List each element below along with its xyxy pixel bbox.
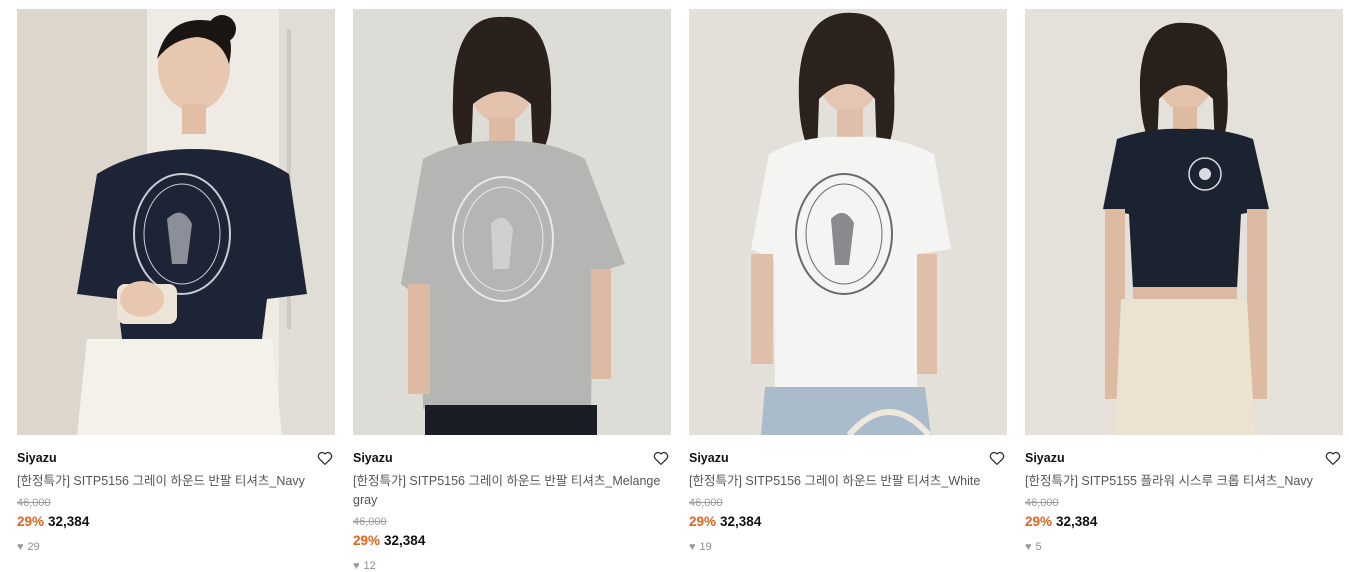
- discount-rate: 29%: [1025, 514, 1053, 529]
- brand-name[interactable]: Siyazu: [353, 451, 393, 465]
- discount-rate: 29%: [353, 533, 381, 548]
- original-price: 46,000: [689, 497, 723, 509]
- product-image[interactable]: [353, 9, 671, 435]
- heart-outline-icon[interactable]: [988, 449, 1006, 467]
- product-card[interactable]: Siyazu [한정특가] SITP5156 그레이 하운드 반팔 티셔츠_Me…: [353, 9, 671, 572]
- brand-row: Siyazu: [689, 449, 1007, 467]
- heart-filled-icon: ♥: [17, 541, 24, 553]
- price-row: 29% 32,384: [1025, 513, 1343, 530]
- product-photo-white-tee: [689, 9, 1007, 435]
- discount-rate: 29%: [689, 514, 717, 529]
- like-count: ♥ 19: [689, 541, 1007, 553]
- price-row: 29% 32,384: [17, 513, 335, 530]
- product-name[interactable]: [한정특가] SITP5156 그레이 하운드 반팔 티셔츠_White: [689, 472, 1007, 491]
- product-grid: Siyazu [한정특가] SITP5156 그레이 하운드 반팔 티셔츠_Na…: [17, 9, 1343, 572]
- product-name[interactable]: [한정특가] SITP5155 플라워 시스루 크롭 티셔츠_Navy: [1025, 472, 1343, 491]
- heart-outline-icon[interactable]: [652, 449, 670, 467]
- sale-price: 32,384: [1056, 514, 1098, 529]
- original-price: 46,000: [353, 516, 387, 528]
- heart-outline-icon[interactable]: [1324, 449, 1342, 467]
- like-count-value: 5: [1035, 541, 1042, 553]
- brand-name[interactable]: Siyazu: [689, 451, 729, 465]
- product-name[interactable]: [한정특가] SITP5156 그레이 하운드 반팔 티셔츠_Melange g…: [353, 472, 671, 510]
- original-price: 46,000: [1025, 497, 1059, 509]
- product-name[interactable]: [한정특가] SITP5156 그레이 하운드 반팔 티셔츠_Navy: [17, 472, 335, 491]
- discount-rate: 29%: [17, 514, 45, 529]
- product-image[interactable]: [689, 9, 1007, 435]
- original-price: 46,000: [17, 497, 51, 509]
- like-count-value: 19: [699, 541, 712, 553]
- product-image[interactable]: [17, 9, 335, 435]
- sale-price: 32,384: [720, 514, 762, 529]
- like-count: ♥ 12: [353, 560, 671, 572]
- brand-row: Siyazu: [1025, 449, 1343, 467]
- like-count-value: 12: [363, 560, 376, 572]
- like-count-value: 29: [27, 541, 40, 553]
- product-photo-navy-tee: [17, 9, 335, 435]
- like-count: ♥ 29: [17, 541, 335, 553]
- price-row: 29% 32,384: [689, 513, 1007, 530]
- heart-outline-icon[interactable]: [316, 449, 334, 467]
- heart-filled-icon: ♥: [353, 560, 360, 572]
- sale-price: 32,384: [48, 514, 90, 529]
- brand-name[interactable]: Siyazu: [17, 451, 57, 465]
- product-image[interactable]: [1025, 9, 1343, 435]
- heart-filled-icon: ♥: [1025, 541, 1032, 553]
- product-card[interactable]: Siyazu [한정특가] SITP5156 그레이 하운드 반팔 티셔츠_Wh…: [689, 9, 1007, 572]
- like-count: ♥ 5: [1025, 541, 1343, 553]
- sale-price: 32,384: [384, 533, 426, 548]
- product-photo-navy-crop-tee: [1025, 9, 1343, 435]
- product-photo-gray-tee: [353, 9, 671, 435]
- price-row: 29% 32,384: [353, 532, 671, 549]
- product-card[interactable]: Siyazu [한정특가] SITP5155 플라워 시스루 크롭 티셔츠_Na…: [1025, 9, 1343, 572]
- heart-filled-icon: ♥: [689, 541, 696, 553]
- brand-row: Siyazu: [17, 449, 335, 467]
- brand-row: Siyazu: [353, 449, 671, 467]
- brand-name[interactable]: Siyazu: [1025, 451, 1065, 465]
- product-card[interactable]: Siyazu [한정특가] SITP5156 그레이 하운드 반팔 티셔츠_Na…: [17, 9, 335, 572]
